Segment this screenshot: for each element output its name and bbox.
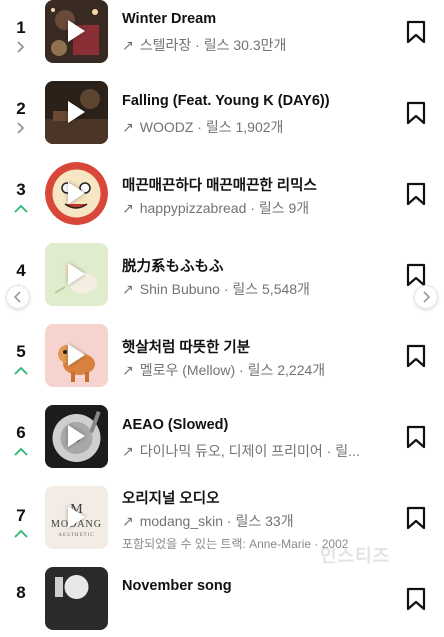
play-icon xyxy=(68,263,85,285)
reels-count: 릴스 33개 xyxy=(235,513,294,529)
trend-same-icon xyxy=(12,121,30,135)
album-cover[interactable] xyxy=(45,162,108,225)
artist-name: WOODZ xyxy=(139,119,194,135)
rank-number: 1 xyxy=(16,18,26,37)
track-subtitle[interactable]: ↗ 멜로우 (Mellow) · 릴스 2,224개 xyxy=(122,360,325,380)
track-subtitle[interactable]: ↗ 다이나믹 듀오, 디제이 프리미어 · 릴... xyxy=(122,441,360,461)
track-row-5[interactable]: 5 햇살처럼 따뜻한 기분 ↗ 멜로우 (Mellow) · 릴스 2,224개 xyxy=(0,324,444,394)
play-icon xyxy=(68,101,85,123)
track-subtitle[interactable]: ↗ modang_skin · 릴스 33개 xyxy=(122,511,294,531)
trend-up-icon xyxy=(12,202,30,216)
audio-chart-list: 1 Winter Dream ↗ 스텔라장 · 릴스 30.3만개 2 Falli… xyxy=(0,0,444,630)
arrow-up-right-icon: ↗ xyxy=(122,362,134,378)
trend-same-icon xyxy=(12,40,30,54)
track-subtitle[interactable]: ↗ happypizzabread · 릴스 9개 xyxy=(122,198,309,218)
album-cover[interactable] xyxy=(45,567,108,630)
track-subtitle[interactable]: ↗ Shin Bubuno · 릴스 5,548개 xyxy=(122,279,310,299)
play-icon xyxy=(68,182,85,204)
rank-number: 2 xyxy=(16,99,26,118)
rank-number: 4 xyxy=(16,261,26,280)
reels-count: 릴스 30.3만개 xyxy=(203,37,287,53)
album-cover[interactable] xyxy=(45,0,108,63)
bookmark-icon[interactable] xyxy=(405,263,427,287)
included-tracks-note: 포함되었을 수 있는 트랙: Anne-Marie · 2002 xyxy=(122,537,349,551)
chevron-right-icon xyxy=(423,291,431,303)
artist-name: 멜로우 (Mellow) xyxy=(139,362,236,378)
bookmark-icon[interactable] xyxy=(405,344,427,368)
track-subtitle[interactable]: ↗ WOODZ · 릴스 1,902개 xyxy=(122,117,283,137)
play-icon xyxy=(68,20,85,42)
artist-name: Shin Bubuno xyxy=(139,281,220,297)
carousel-next-button[interactable] xyxy=(414,285,438,309)
play-icon xyxy=(68,425,85,447)
arrow-up-right-icon: ↗ xyxy=(122,200,134,216)
track-title[interactable]: Falling (Feat. Young K (DAY6)) xyxy=(122,93,330,109)
track-row-2[interactable]: 2 Falling (Feat. Young K (DAY6)) ↗ WOODZ … xyxy=(0,81,444,151)
trend-up-icon xyxy=(12,445,30,459)
artist-name: 스텔라장 xyxy=(139,37,192,53)
track-title[interactable]: 脱力系もふもふ xyxy=(122,255,224,276)
arrow-up-right-icon: ↗ xyxy=(122,513,134,529)
track-row-8[interactable]: 8 November song xyxy=(0,567,444,637)
chevron-left-icon xyxy=(13,291,21,303)
svg-text:AESTHETIC: AESTHETIC xyxy=(58,533,94,538)
reels-count: 릴스 9개 xyxy=(258,200,310,216)
rank-number: 3 xyxy=(16,180,26,199)
arrow-up-right-icon: ↗ xyxy=(122,119,134,135)
carousel-prev-button[interactable] xyxy=(6,285,30,309)
track-title[interactable]: Winter Dream xyxy=(122,11,216,27)
bookmark-icon[interactable] xyxy=(405,20,427,44)
artist-name: modang_skin xyxy=(139,513,224,529)
track-title[interactable]: 오리지널 오디오 xyxy=(122,487,219,508)
track-row-1[interactable]: 1 Winter Dream ↗ 스텔라장 · 릴스 30.3만개 xyxy=(0,0,444,70)
bookmark-icon[interactable] xyxy=(405,587,427,611)
trend-up-icon xyxy=(12,527,30,541)
play-icon xyxy=(68,344,85,366)
rank-number: 8 xyxy=(16,583,26,602)
arrow-up-right-icon: ↗ xyxy=(122,281,134,297)
track-title[interactable]: 매끈매끈하다 매끈매끈한 리믹스 xyxy=(122,174,317,195)
rank-number: 7 xyxy=(16,506,26,525)
artist-name: happypizzabread xyxy=(139,200,247,216)
trend-up-icon xyxy=(12,364,30,378)
reels-count: 릴스 5,548개 xyxy=(232,281,310,297)
watermark: 인스티즈 xyxy=(320,546,391,566)
artist-name: 다이나믹 듀오, 디제이 프리미어 xyxy=(139,443,323,459)
arrow-up-right-icon: ↗ xyxy=(122,37,134,53)
album-cover[interactable] xyxy=(45,324,108,387)
reels-count: 릴... xyxy=(335,443,360,459)
album-cover[interactable]: M MODANG AESTHETIC xyxy=(45,486,108,549)
play-icon xyxy=(68,506,85,528)
album-cover[interactable] xyxy=(45,81,108,144)
track-row-4[interactable]: 4 脱力系もふもふ ↗ Shin Bubuno · 릴스 5,548개 xyxy=(0,243,444,313)
album-cover[interactable] xyxy=(45,405,108,468)
album-cover[interactable] xyxy=(45,243,108,306)
track-row-3[interactable]: 3 매끈매끈하다 매끈매끈한 리믹스 ↗ happypizzabread · 릴스… xyxy=(0,162,444,232)
reels-count: 릴스 2,224개 xyxy=(247,362,326,378)
bookmark-icon[interactable] xyxy=(405,506,427,530)
arrow-up-right-icon: ↗ xyxy=(122,443,134,459)
track-row-6[interactable]: 6 AEAO (Slowed) ↗ 다이나믹 듀오, 디제이 프리미어 · 릴..… xyxy=(0,405,444,475)
reels-count: 릴스 1,902개 xyxy=(205,119,284,135)
track-title[interactable]: AEAO (Slowed) xyxy=(122,417,228,433)
track-title[interactable]: November song xyxy=(122,578,232,594)
bookmark-icon[interactable] xyxy=(405,425,427,449)
rank-number: 5 xyxy=(16,342,26,361)
bookmark-icon[interactable] xyxy=(405,182,427,206)
rank-number: 6 xyxy=(16,423,26,442)
track-subtitle[interactable]: ↗ 스텔라장 · 릴스 30.3만개 xyxy=(122,35,286,55)
bookmark-icon[interactable] xyxy=(405,101,427,125)
track-title[interactable]: 햇살처럼 따뜻한 기분 xyxy=(122,336,250,357)
